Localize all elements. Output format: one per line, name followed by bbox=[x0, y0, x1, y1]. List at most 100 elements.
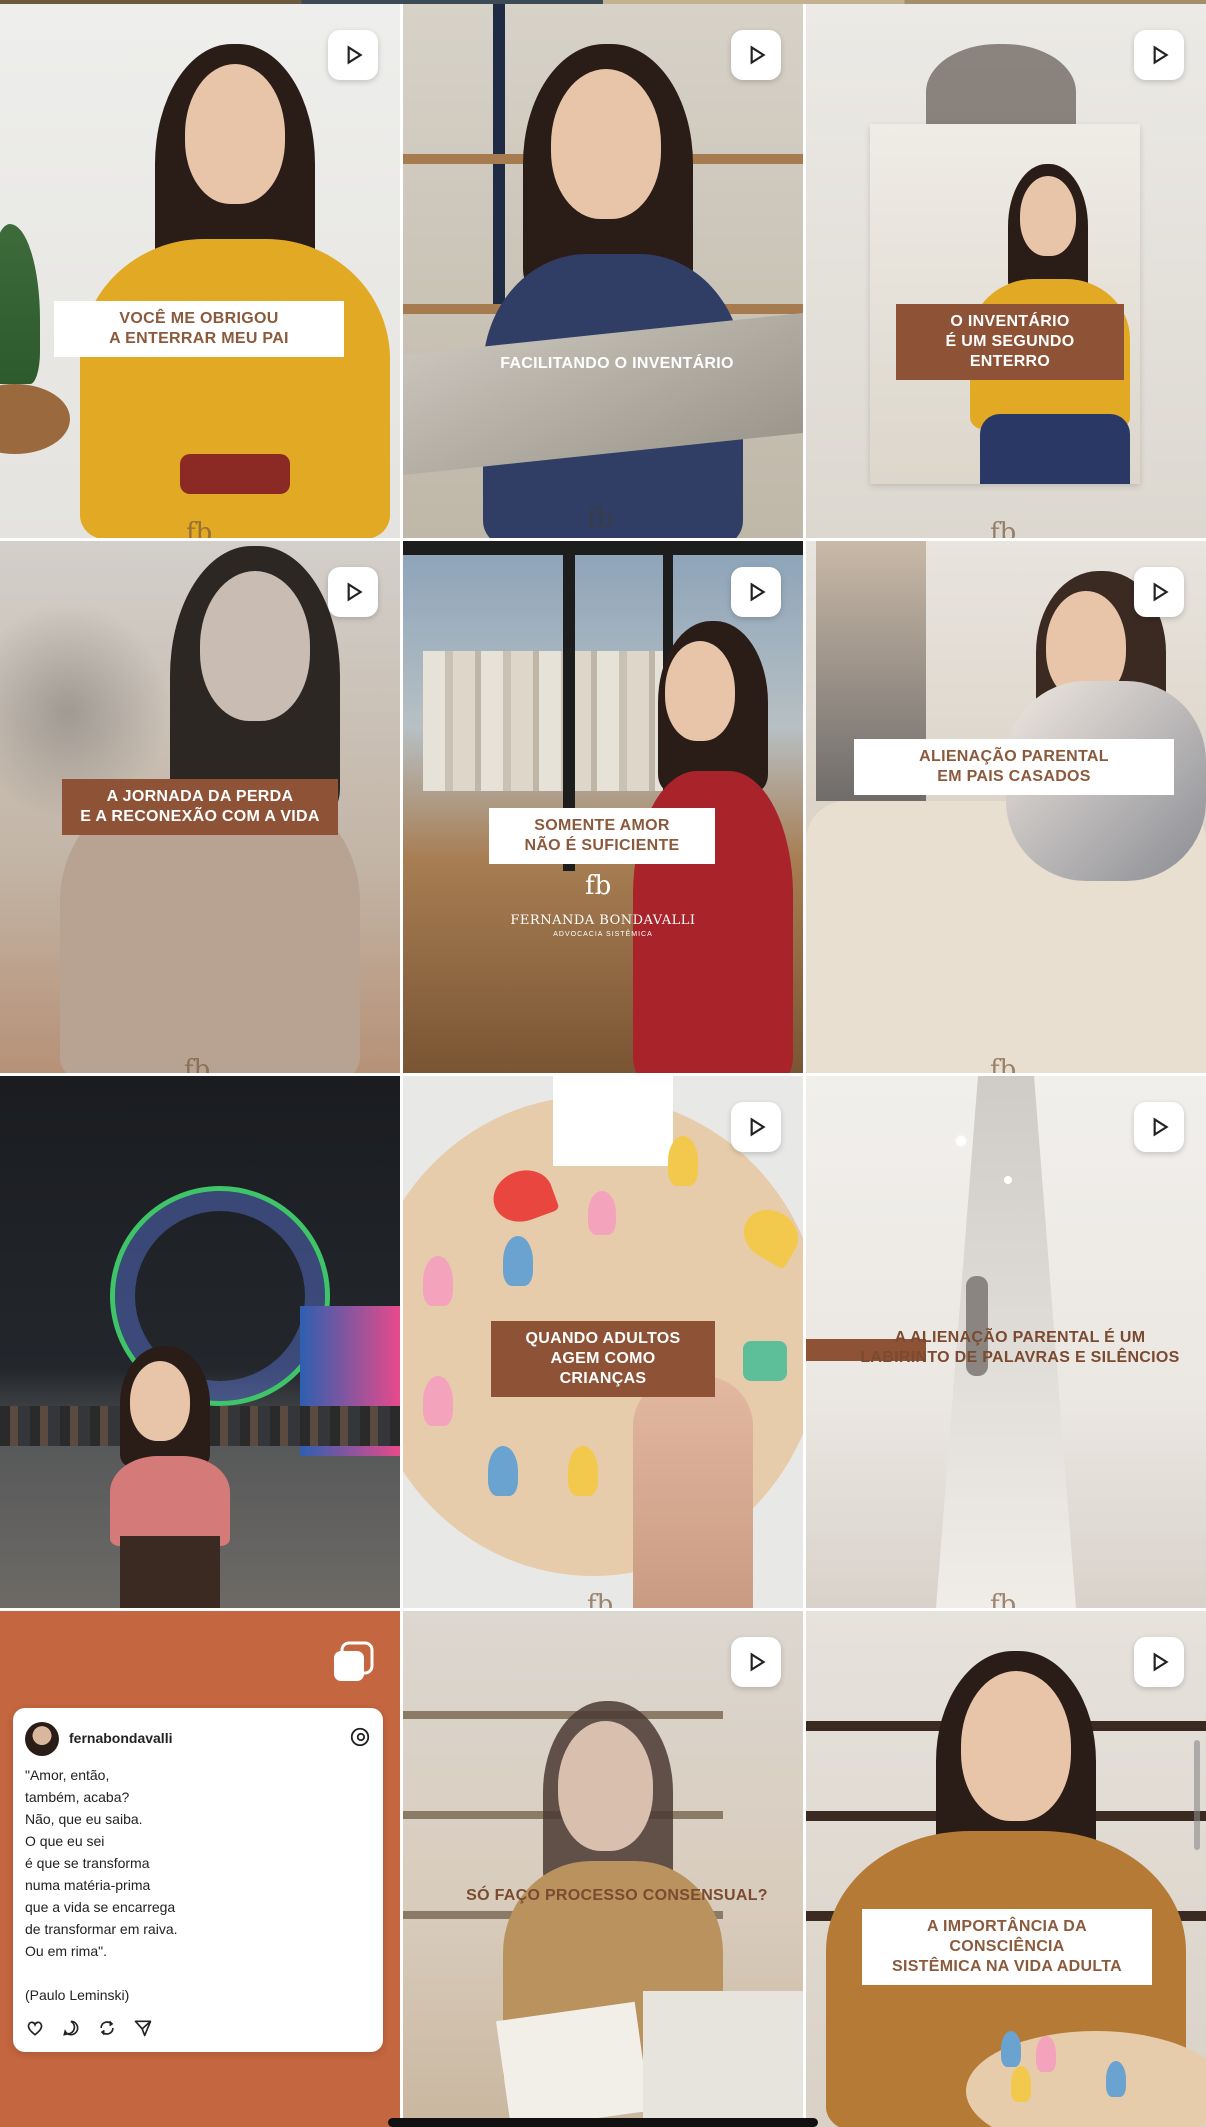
fb-logo-mark: fb bbox=[990, 1590, 1017, 1608]
post-tile-3[interactable]: O INVENTÁRIO É UM SEGUNDO ENTERRO fb bbox=[806, 4, 1206, 538]
threads-icon bbox=[350, 1727, 370, 1747]
text-line: O que eu sei bbox=[25, 1833, 105, 1849]
caption-line: SÓ FAÇO PROCESSO CONSENSUAL? bbox=[466, 1887, 768, 1904]
pawn-blue bbox=[503, 1236, 533, 1286]
pawn-blue bbox=[1106, 2061, 1126, 2097]
reel-play-icon bbox=[1134, 30, 1184, 80]
post-tile-5[interactable]: SOMENTE AMOR NÃO É SUFICIENTE fb FERNAND… bbox=[403, 541, 803, 1073]
post-caption: QUANDO ADULTOS AGEM COMO CRIANÇAS bbox=[491, 1321, 715, 1397]
reel-play-icon bbox=[328, 567, 378, 617]
ceiling-light-decor bbox=[956, 1136, 966, 1146]
post-tile-6[interactable]: ALIENAÇÃO PARENTAL EM PAIS CASADOS fb bbox=[806, 541, 1206, 1073]
pawn-pink bbox=[1036, 2036, 1056, 2072]
post-tile-1[interactable]: VOCÊ ME OBRIGOU A ENTERRAR MEU PAI fb bbox=[0, 4, 400, 538]
caption-line: AGEM COMO CRIANÇAS bbox=[550, 1350, 656, 1387]
pawn-yellow bbox=[668, 1136, 698, 1186]
threads-username: fernabondavalli bbox=[69, 1730, 173, 1746]
caption-line: E A RECONEXÃO COM A VIDA bbox=[80, 808, 320, 825]
post-tile-9[interactable]: A ALIENAÇÃO PARENTAL É UM LABIRINTO DE P… bbox=[806, 1076, 1206, 1608]
threads-actions bbox=[25, 2018, 153, 2038]
comment-icon bbox=[63, 2020, 79, 2036]
profile-grid: VOCÊ ME OBRIGOU A ENTERRAR MEU PAI fb FA… bbox=[0, 0, 1206, 2127]
post-tile-12[interactable]: A IMPORTÂNCIA DA CONSCIÊNCIA SISTÊMICA N… bbox=[806, 1611, 1206, 2127]
brand-tagline: ADVOCACIA SISTÊMICA bbox=[553, 931, 653, 938]
city-buildings-decor bbox=[423, 651, 683, 791]
ceiling-light-decor bbox=[1004, 1176, 1012, 1184]
caption-line: É UM SEGUNDO ENTERRO bbox=[945, 333, 1075, 370]
reel-play-icon bbox=[731, 1102, 781, 1152]
pawn-yellow bbox=[1011, 2066, 1031, 2102]
text-line: Ou em rima". bbox=[25, 1943, 107, 1959]
post-tile-7[interactable] bbox=[0, 1076, 400, 1608]
caption-line: ALIENAÇÃO PARENTAL bbox=[919, 748, 1109, 765]
post-caption: A ALIENAÇÃO PARENTAL É UM LABIRINTO DE P… bbox=[836, 1320, 1204, 1376]
caption-line: FACILITANDO O INVENTÁRIO bbox=[500, 355, 734, 372]
heart-piece-green bbox=[743, 1341, 787, 1381]
text-line bbox=[25, 1962, 365, 1984]
repost-icon bbox=[100, 2020, 114, 2036]
reel-play-icon bbox=[1134, 1637, 1184, 1687]
fb-logo-mark: fb bbox=[990, 1055, 1017, 1073]
post-caption: A IMPORTÂNCIA DA CONSCIÊNCIA SISTÊMICA N… bbox=[862, 1909, 1152, 1985]
pawn-pink bbox=[588, 1191, 616, 1235]
pawn-blue bbox=[488, 1446, 518, 1496]
post-tile-2[interactable]: FACILITANDO O INVENTÁRIO fb bbox=[403, 4, 803, 538]
post-caption: SÓ FAÇO PROCESSO CONSENSUAL? bbox=[423, 1878, 803, 1914]
scrollbar[interactable] bbox=[1194, 1740, 1200, 1850]
text-line: Não, que eu saiba. bbox=[25, 1811, 143, 1827]
text-line: também, acaba? bbox=[25, 1789, 130, 1805]
fb-logo-mark: fb bbox=[587, 504, 614, 534]
reel-play-icon bbox=[328, 30, 378, 80]
post-tile-4[interactable]: A JORNADA DA PERDA E A RECONEXÃO COM A V… bbox=[0, 541, 400, 1073]
post-tile-8[interactable]: QUANDO ADULTOS AGEM COMO CRIANÇAS fb bbox=[403, 1076, 803, 1608]
caption-line: A ALIENAÇÃO PARENTAL É UM bbox=[894, 1329, 1146, 1346]
pawn-yellow bbox=[568, 1446, 598, 1496]
caption-line: EM PAIS CASADOS bbox=[937, 768, 1091, 785]
pawn-pink bbox=[423, 1256, 453, 1306]
fb-logo-mark: fb bbox=[186, 518, 213, 538]
belt-decor bbox=[180, 454, 290, 494]
hand-decor bbox=[633, 1376, 753, 1608]
post-caption: ALIENAÇÃO PARENTAL EM PAIS CASADOS bbox=[854, 739, 1174, 795]
text-line: de transformar em raiva. bbox=[25, 1921, 178, 1937]
text-line: numa matéria-prima bbox=[25, 1877, 151, 1893]
caption-line: A ENTERRAR MEU PAI bbox=[109, 330, 289, 347]
reel-play-icon bbox=[1134, 567, 1184, 617]
post-tile-11[interactable]: SÓ FAÇO PROCESSO CONSENSUAL? bbox=[403, 1611, 803, 2127]
post-caption: FACILITANDO O INVENTÁRIO bbox=[443, 346, 791, 382]
send-icon bbox=[134, 2020, 152, 2037]
caption-line: SOMENTE AMOR bbox=[534, 817, 670, 834]
avatar bbox=[25, 1722, 59, 1756]
text-line: (Paulo Leminski) bbox=[25, 1987, 130, 2003]
skirt-decor bbox=[120, 1536, 220, 1608]
text-line: "Amor, então, bbox=[25, 1767, 110, 1783]
heart-icon bbox=[27, 2021, 43, 2036]
fb-logo-mark: fb bbox=[587, 1590, 614, 1608]
post-caption: A JORNADA DA PERDA E A RECONEXÃO COM A V… bbox=[62, 779, 338, 835]
post-caption: VOCÊ ME OBRIGOU A ENTERRAR MEU PAI bbox=[54, 301, 344, 357]
caption-line: O INVENTÁRIO bbox=[950, 313, 1070, 330]
fb-logo-mark: fb bbox=[990, 518, 1017, 538]
text-line: é que se transforma bbox=[25, 1855, 150, 1871]
pawn-blue bbox=[1001, 2031, 1021, 2067]
caption-line: A JORNADA DA PERDA bbox=[106, 788, 294, 805]
reel-play-icon bbox=[731, 567, 781, 617]
caption-line: VOCÊ ME OBRIGOU bbox=[119, 310, 279, 327]
threads-post-card: fernabondavalli "Amor, então, também, ac… bbox=[13, 1708, 383, 2052]
reel-play-icon bbox=[1134, 1102, 1184, 1152]
reel-play-icon bbox=[731, 1637, 781, 1687]
fb-logo-mark: fb bbox=[184, 1055, 211, 1073]
shelf-decor bbox=[403, 1711, 723, 1719]
brand-logo-mark: fb bbox=[585, 871, 612, 901]
brand-name: FERNANDA BONDAVALLI bbox=[510, 913, 696, 928]
caption-line: QUANDO ADULTOS bbox=[525, 1330, 681, 1347]
window-frame-decor bbox=[403, 541, 803, 555]
home-indicator[interactable] bbox=[388, 2118, 818, 2127]
reel-play-icon bbox=[731, 30, 781, 80]
notebook-decor bbox=[496, 2001, 650, 2127]
threads-post-text: "Amor, então, também, acaba? Não, que eu… bbox=[25, 1764, 365, 2006]
text-line: que a vida se encarrega bbox=[25, 1899, 176, 1915]
caption-line: A IMPORTÂNCIA DA CONSCIÊNCIA bbox=[926, 1918, 1088, 1955]
laptop-decor bbox=[643, 1991, 803, 2121]
caption-line: LABIRINTO DE PALAVRAS E SILÊNCIOS bbox=[860, 1349, 1180, 1366]
